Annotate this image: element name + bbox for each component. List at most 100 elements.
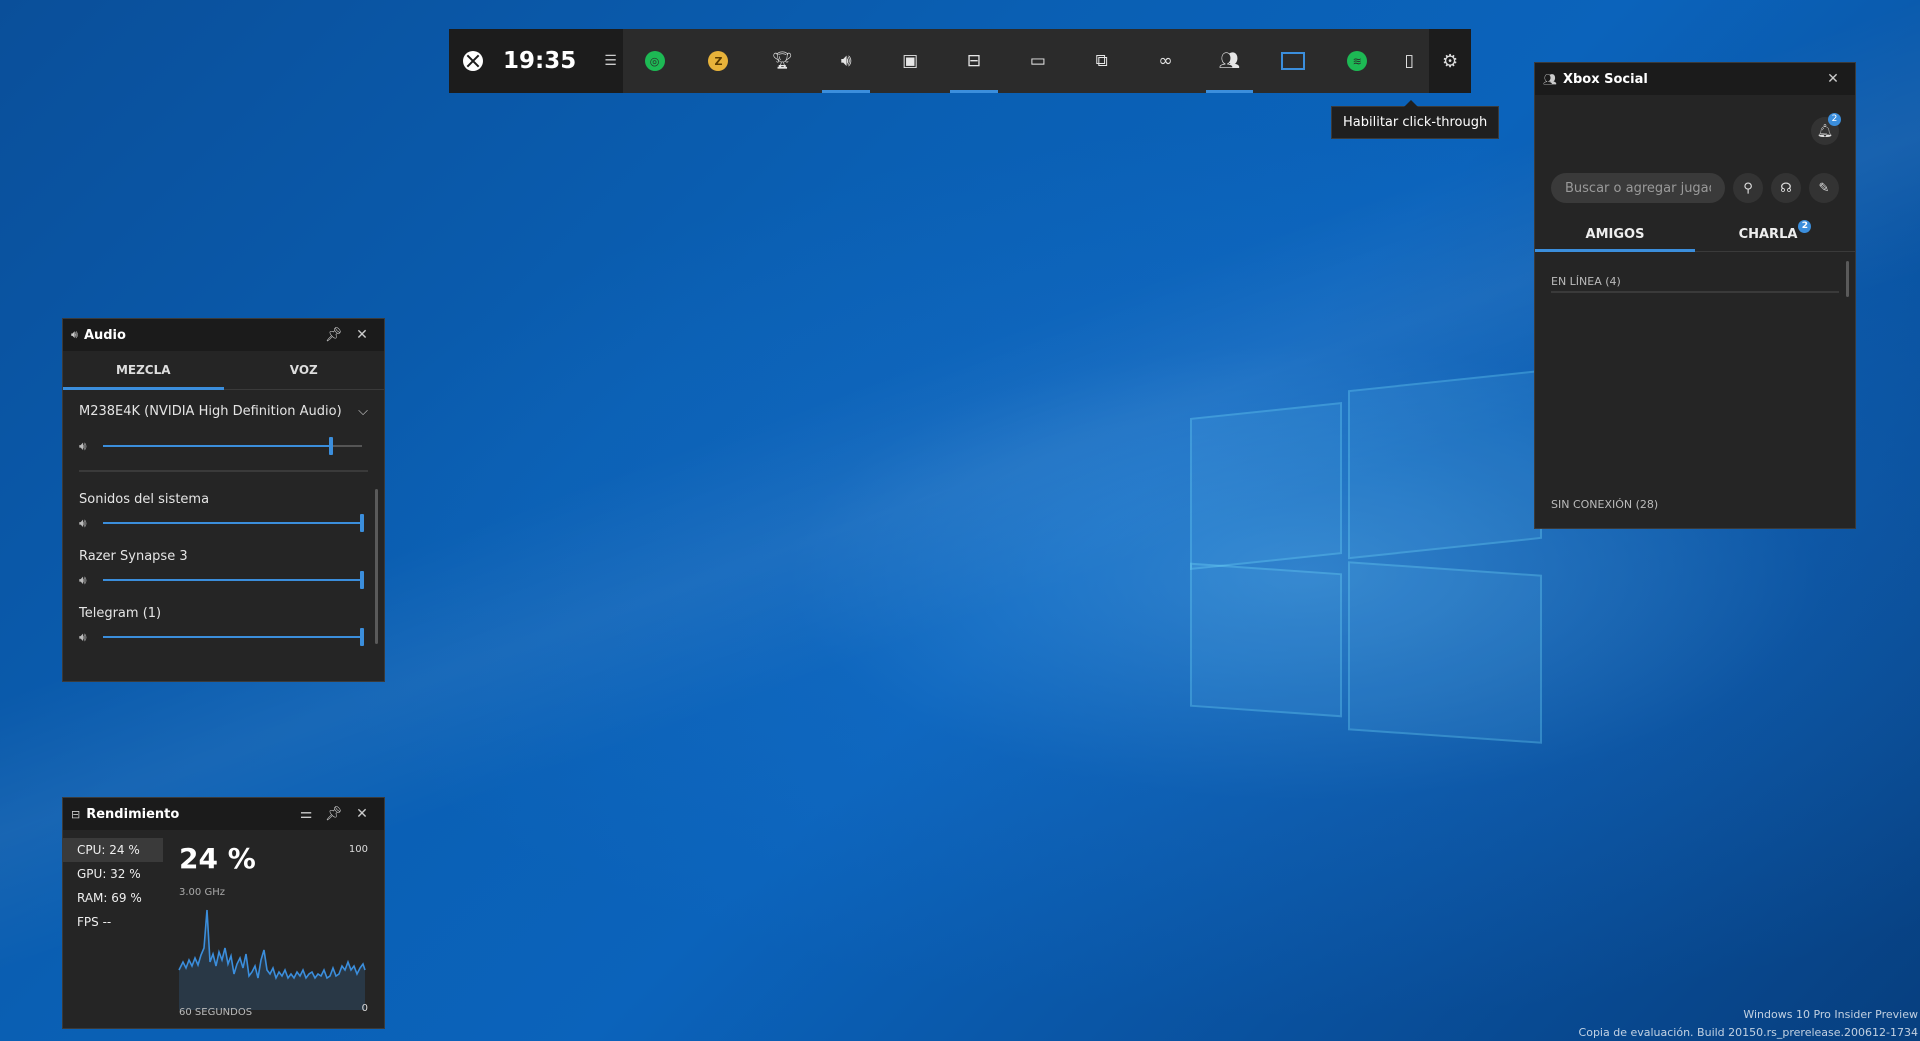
social-header: 👥︎ Xbox Social ✕ xyxy=(1535,63,1855,95)
new-message-button[interactable]: ✎ xyxy=(1809,173,1839,203)
display-widget-button[interactable] xyxy=(1261,29,1325,93)
search-input[interactable] xyxy=(1551,173,1725,203)
cpu-usage-graph xyxy=(178,909,366,1010)
resources-widget-button[interactable]: ▭ xyxy=(1006,29,1070,93)
speaker-icon: 🔊︎ xyxy=(79,629,87,644)
people-icon: 👥︎ xyxy=(1218,51,1241,71)
graph-time-label: 60 SEGUNDOS xyxy=(179,1007,253,1018)
stat-gpu[interactable]: GPU: 32 % xyxy=(63,862,163,886)
stat-cpu[interactable]: CPU: 24 % xyxy=(63,838,163,862)
add-friend-button[interactable]: ⚲ xyxy=(1733,173,1763,203)
divider xyxy=(1551,291,1839,293)
slider-track[interactable] xyxy=(103,571,364,589)
camera-icon: ▣ xyxy=(902,51,919,71)
looking-for-group-button[interactable]: ∞ xyxy=(1134,29,1198,93)
graph-max-label: 100 xyxy=(348,844,368,855)
watermark-edition: Windows 10 Pro Insider Preview xyxy=(1743,1008,1918,1021)
windows-logo xyxy=(1190,369,1542,744)
capture-widget-button[interactable]: ▣ xyxy=(878,29,942,93)
chevron-down-icon: ⌵ xyxy=(358,403,368,419)
speaker-icon: 🔊︎ xyxy=(840,51,852,71)
click-through-button[interactable]: ▯ xyxy=(1389,29,1429,93)
slider-track[interactable] xyxy=(103,628,364,646)
slider-fill xyxy=(103,636,362,638)
speaker-icon: 🔊︎ xyxy=(71,328,78,341)
widget-menu-icon[interactable]: ☰ xyxy=(604,53,617,69)
audio-widget: 🔊︎ Audio 📌︎ ✕ MEZCLA VOZ M238E4K (NVIDIA… xyxy=(63,319,384,681)
audio-widget-button[interactable]: 🔊︎ xyxy=(814,29,878,93)
slider-fill xyxy=(103,579,362,581)
tab-amigos[interactable]: AMIGOS xyxy=(1535,217,1695,252)
output-device-select[interactable]: M238E4K (NVIDIA High Definition Audio) ⌵ xyxy=(63,390,384,432)
cpu-graph-area xyxy=(179,910,365,1010)
device-name: M238E4K (NVIDIA High Definition Audio) xyxy=(79,403,342,419)
online-section-label[interactable]: EN LÍNEA (4) xyxy=(1551,275,1621,288)
close-icon[interactable]: ✕ xyxy=(348,806,376,822)
telegram-volume-slider[interactable]: 🔊︎ xyxy=(63,623,384,651)
gear-icon: ⚙ xyxy=(1441,50,1459,72)
xbox-social-widget-button[interactable]: 👥︎ xyxy=(1198,29,1262,93)
pin-icon[interactable]: 📌︎ xyxy=(320,327,348,343)
performance-body: CPU: 24 % GPU: 32 % RAM: 69 % FPS -- 24 … xyxy=(63,830,384,1028)
close-icon[interactable]: ✕ xyxy=(1819,71,1847,87)
watermark-build: Copia de evaluación. Build 20150.rs_prer… xyxy=(1578,1026,1918,1039)
audio-tabs: MEZCLA VOZ xyxy=(63,351,384,390)
stat-fps[interactable]: FPS -- xyxy=(63,910,163,934)
performance-title: Rendimiento xyxy=(86,806,180,822)
app-label-telegram: Telegram (1) xyxy=(79,606,162,621)
speaker-icon: 🔊︎ xyxy=(79,438,87,453)
slider-fill xyxy=(103,522,362,524)
person-icon: ⚲ xyxy=(1743,180,1753,196)
offline-section-label[interactable]: SIN CONEXIÓN (28) xyxy=(1551,498,1658,511)
mouse-icon: ▯ xyxy=(1404,51,1414,71)
speaker-icon: 🔊︎ xyxy=(79,572,87,587)
click-through-tooltip: Habilitar click-through xyxy=(1331,100,1500,139)
clock: 19:35 xyxy=(503,48,577,74)
slider-track[interactable] xyxy=(103,437,362,455)
system-sounds-volume-slider[interactable]: 🔊︎ xyxy=(63,509,384,537)
spotify-icon: ≋ xyxy=(1347,51,1368,71)
razer-volume-slider[interactable]: 🔊︎ xyxy=(63,566,384,594)
performance-widget-button[interactable]: ⊟ xyxy=(942,29,1006,93)
slider-track[interactable] xyxy=(103,514,364,532)
options-sliders-icon[interactable]: ⚌ xyxy=(292,806,320,822)
social-scrollbar[interactable] xyxy=(1846,261,1849,297)
screen-icon xyxy=(1281,52,1306,70)
achievements-button[interactable]: 🏆︎ xyxy=(750,29,814,93)
slider-thumb[interactable] xyxy=(328,437,333,455)
settings-button[interactable]: ⚙ xyxy=(1429,29,1471,93)
tab-voz[interactable]: VOZ xyxy=(224,351,385,389)
tab-charla[interactable]: CHARLA 2 xyxy=(1695,217,1855,251)
divider xyxy=(79,470,368,472)
stats-list: CPU: 24 % GPU: 32 % RAM: 69 % FPS -- xyxy=(63,838,163,934)
close-icon[interactable]: ✕ xyxy=(348,327,376,343)
monitor-chart-icon: ⊟ xyxy=(71,807,81,821)
chat-bubble-icon: ▭ xyxy=(1029,51,1046,71)
gallery-widget-button[interactable]: ⧉ xyxy=(1070,29,1134,93)
notifications-button[interactable]: 🔔︎ 2 xyxy=(1811,113,1841,145)
xbox-logo-icon[interactable] xyxy=(463,51,483,71)
spotify-widget-button[interactable]: ≋ xyxy=(1325,29,1389,93)
app-label-system-sounds: Sonidos del sistema xyxy=(79,492,210,507)
notification-badge: 2 xyxy=(1828,113,1841,126)
party-chat-button[interactable]: ☊ xyxy=(1771,173,1801,203)
stat-ram[interactable]: RAM: 69 % xyxy=(63,886,163,910)
pin-icon[interactable]: 📌︎ xyxy=(320,806,348,822)
lfg-widget-button[interactable]: Z xyxy=(687,29,751,93)
gamerscore-icon: Z xyxy=(708,51,729,71)
slider-fill xyxy=(103,445,331,447)
social-search-row: ⚲ ☊ ✎ xyxy=(1551,173,1839,203)
slider-thumb[interactable] xyxy=(360,571,364,589)
master-volume-slider[interactable]: 🔊︎ xyxy=(63,432,384,460)
slider-thumb[interactable] xyxy=(360,628,364,646)
xbox-achievements-widget-button[interactable]: ◎ xyxy=(623,29,687,93)
monitor-chart-icon: ⊟ xyxy=(966,51,982,71)
social-title: Xbox Social xyxy=(1562,71,1648,87)
audio-scrollbar[interactable] xyxy=(375,489,378,644)
trophy-icon: 🏆︎ xyxy=(771,51,794,71)
compose-icon: ✎ xyxy=(1818,180,1830,196)
social-tabs: AMIGOS CHARLA 2 xyxy=(1535,217,1855,252)
tab-mezcla[interactable]: MEZCLA xyxy=(63,351,224,390)
slider-thumb[interactable] xyxy=(360,514,364,532)
xbox-app-icon: ◎ xyxy=(644,51,665,71)
